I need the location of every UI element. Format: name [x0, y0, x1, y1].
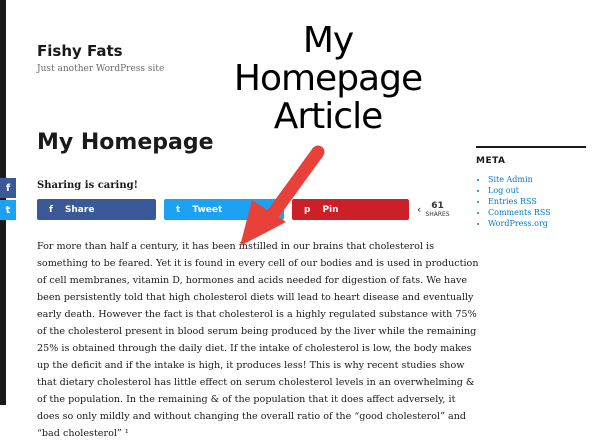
twitter-share-button[interactable]: t Tweet: [164, 199, 284, 220]
site-title[interactable]: Fishy Fats: [37, 42, 123, 60]
share-count: ‹ 61 SHARES: [417, 199, 450, 220]
article-body: For more than half a century, it has bee…: [37, 241, 479, 439]
sidebar-link-wordpress-org[interactable]: WordPress.org: [488, 219, 548, 228]
share-count-number: 61: [431, 200, 444, 211]
sidebar-item-entries-rss: Entries RSS: [488, 196, 586, 207]
share-count-label: SHARES: [425, 210, 450, 218]
page-title: My Homepage: [37, 130, 214, 155]
site-tagline: Just another WordPress site: [37, 64, 165, 74]
twitter-icon: t: [176, 204, 181, 215]
sidebar-link-site-admin[interactable]: Site Admin: [488, 175, 533, 184]
floating-share-bar: f t: [0, 178, 16, 220]
annotation-line-1: My: [302, 20, 354, 61]
sidebar-link-comments-rss[interactable]: Comments RSS: [488, 208, 551, 217]
floating-facebook-icon[interactable]: f: [0, 178, 16, 198]
sidebar-divider: [476, 146, 586, 148]
sidebar-item-site-admin: Site Admin: [488, 174, 586, 185]
share-label: Sharing is caring!: [37, 180, 138, 191]
share-buttons-row: f Share t Tweet p Pin ‹ 61 SHARES: [37, 199, 450, 220]
pinterest-share-button[interactable]: p Pin: [292, 199, 409, 220]
sidebar-heading: META: [476, 156, 506, 166]
facebook-icon: f: [49, 204, 53, 215]
floating-twitter-icon[interactable]: t: [0, 200, 16, 220]
facebook-share-button[interactable]: f Share: [37, 199, 156, 220]
sidebar-meta-widget: META Site Admin Log out Entries RSS Comm…: [476, 146, 586, 229]
sidebar-link-entries-rss[interactable]: Entries RSS: [488, 197, 537, 206]
sidebar-item-wordpress-org: WordPress.org: [488, 218, 586, 229]
facebook-share-label: Share: [64, 204, 95, 215]
sidebar-link-log-out[interactable]: Log out: [488, 186, 519, 195]
sidebar-item-log-out: Log out: [488, 185, 586, 196]
pinterest-share-label: Pin: [322, 204, 339, 215]
twitter-share-label: Tweet: [192, 204, 223, 215]
sidebar-item-comments-rss: Comments RSS: [488, 207, 586, 218]
share-count-icon: ‹: [417, 203, 422, 216]
annotation-line-2: Homepage: [233, 58, 423, 99]
annotation-overlay-text: My Homepage Article: [228, 22, 428, 136]
sidebar-list: Site Admin Log out Entries RSS Comments …: [476, 174, 586, 229]
annotation-line-3: Article: [273, 96, 384, 137]
pinterest-icon: p: [304, 204, 311, 215]
